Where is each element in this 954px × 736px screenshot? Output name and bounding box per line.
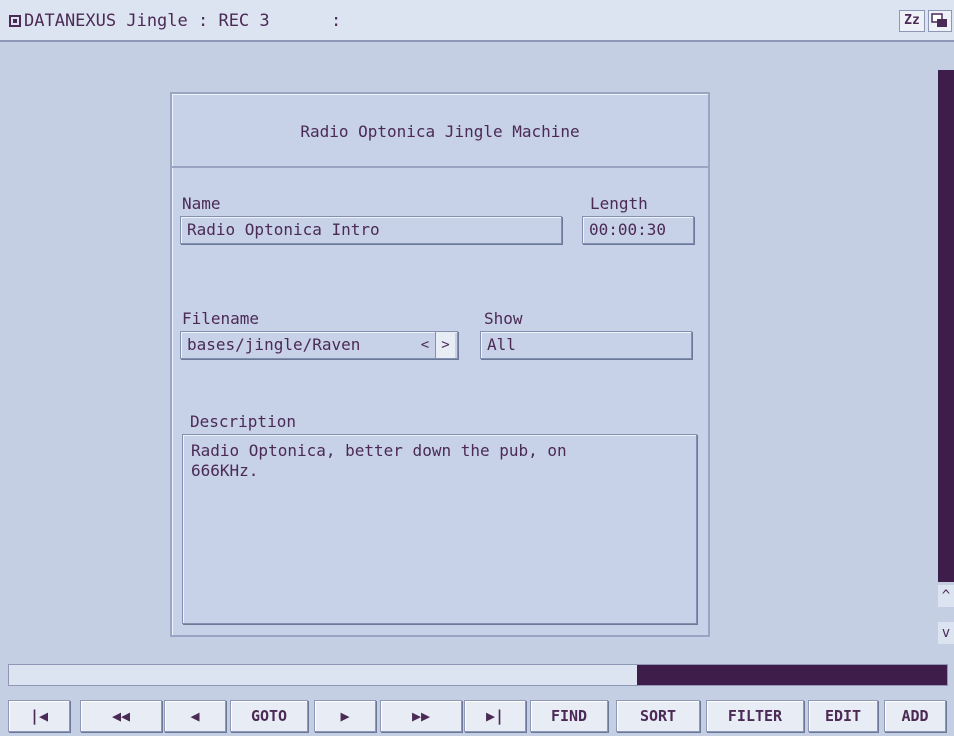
rewind-button[interactable]: ◀◀ [80,700,162,732]
file-browse-button[interactable]: > [435,332,455,358]
add-button[interactable]: ADD [884,700,946,732]
name-label: Name [182,194,221,213]
description-field[interactable]: Radio Optonica, better down the pub, on … [182,434,697,624]
edit-button[interactable]: EDIT [808,700,878,732]
length-label: Length [590,194,648,213]
filename-value: bases/jingle/Raven [187,335,361,354]
first-record-button[interactable]: |◀ [8,700,70,732]
goto-button[interactable]: GOTO [230,700,308,732]
record-progress-bar [637,665,947,685]
filter-button[interactable]: FILTER [706,700,804,732]
form-header: Radio Optonica Jingle Machine [172,94,708,168]
length-field[interactable]: 00:00:30 [582,216,694,244]
close-window-icon[interactable] [9,15,21,27]
form-title: Radio Optonica Jingle Machine [300,122,580,141]
window-title: DATANEXUS Jingle : REC 3 : [24,11,342,31]
vertical-scrollbar[interactable] [938,70,954,582]
status-bar [8,664,948,686]
name-field[interactable]: Radio Optonica Intro [180,216,562,244]
description-label: Description [190,412,296,431]
scroll-down-arrow-icon[interactable]: v [938,622,954,644]
previous-record-button[interactable]: ◀ [164,700,226,732]
depth-gadget-icon[interactable] [928,10,952,32]
record-form-panel: Radio Optonica Jingle Machine Name Radio… [170,92,710,637]
find-button[interactable]: FIND [530,700,608,732]
show-field[interactable]: All [480,331,692,359]
file-prev-button[interactable]: < [415,332,435,358]
fast-forward-button[interactable]: ▶▶ [380,700,462,732]
zoom-button[interactable]: Zz [899,10,925,32]
sort-button[interactable]: SORT [616,700,700,732]
title-bar[interactable]: DATANEXUS Jingle : REC 3 : Zz [0,0,954,42]
next-record-button[interactable]: ▶ [314,700,376,732]
navigation-toolbar: |◀ ◀◀ ◀ GOTO ▶ ▶▶ ▶| FIND SORT FILTER ED… [8,700,954,732]
scroll-up-arrow-icon[interactable]: ^ [938,585,954,607]
filename-label: Filename [182,309,260,328]
last-record-button[interactable]: ▶| [464,700,526,732]
show-label: Show [484,309,523,328]
filename-field[interactable]: bases/jingle/Raven < > [180,331,458,359]
